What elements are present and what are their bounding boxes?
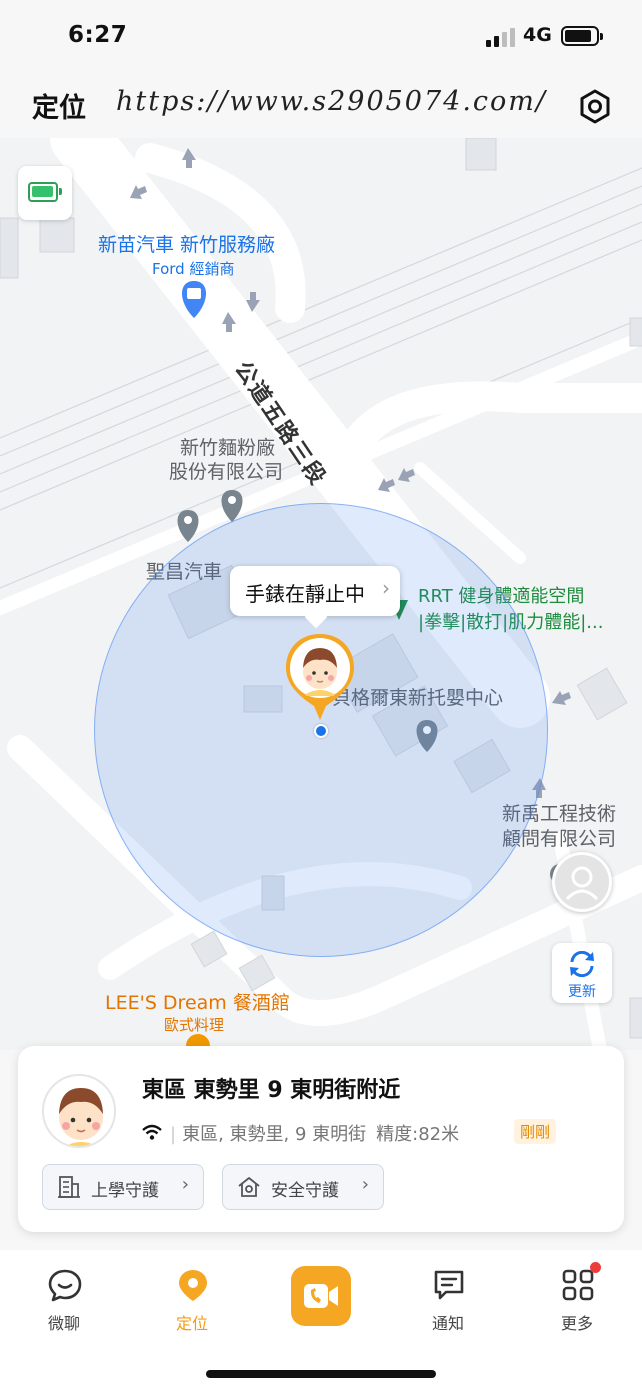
- child-avatar: [42, 1074, 116, 1148]
- message-icon: [434, 1270, 464, 1300]
- location-card: 東區 東勢里 9 東明街附近 | 東區, 東勢里, 9 東明街 精度:82米 剛剛 …: [18, 1046, 624, 1232]
- location-pin-icon: [179, 1270, 207, 1301]
- url-watermark: https://www.s2905074.com/: [116, 86, 547, 117]
- refresh-label: 更新: [568, 984, 596, 1000]
- grid-icon: [562, 1269, 594, 1301]
- poi-flour-line2: 股份有限公司: [169, 461, 284, 483]
- status-bar: 6:27 4G: [0, 0, 642, 72]
- poi-restaurant-sub: 歐式料理: [164, 1016, 225, 1034]
- chevron-right-icon: ›: [382, 576, 390, 600]
- watch-battery-button[interactable]: [18, 166, 72, 220]
- safety-guard-label: 安全守護: [271, 1181, 339, 1201]
- safety-guard-button[interactable]: 安全守護 ›: [222, 1164, 384, 1210]
- notification-dot: [590, 1262, 601, 1273]
- chevron-right-icon: ›: [181, 1174, 189, 1195]
- signal-icon: [486, 27, 516, 47]
- location-title: 東區 東勢里 9 東明街附近: [142, 1078, 401, 1103]
- wifi-icon: [142, 1124, 162, 1140]
- chat-bubble-icon: [48, 1269, 82, 1302]
- location-subtitle: | 東區, 東勢里, 9 東明街 精度:82米: [170, 1124, 460, 1145]
- map-view[interactable]: 公道五路三段 新苗汽車 新竹服務廠 Ford 經銷商 新竹麵粉廠 股份有限公司 …: [0, 138, 642, 1050]
- refresh-button[interactable]: 更新: [552, 943, 612, 1003]
- location-accuracy: 精度:82米: [376, 1124, 460, 1145]
- refresh-icon: [570, 950, 594, 978]
- tab-location[interactable]: 定位: [147, 1250, 237, 1350]
- poi-flour-line1[interactable]: 新竹麵粉廠: [180, 436, 275, 461]
- tab-notify-label: 通知: [431, 1314, 464, 1333]
- school-building-icon: [58, 1176, 80, 1198]
- tab-location-label: 定位: [175, 1314, 208, 1333]
- header: 定位 https://www.s2905074.com/: [0, 72, 642, 138]
- video-call-button[interactable]: [291, 1266, 351, 1326]
- chevron-right-icon: ›: [361, 1174, 369, 1195]
- status-bubble[interactable]: 手錶在靜止中 ›: [230, 566, 400, 616]
- location-address: 東區, 東勢里, 9 東明街: [182, 1124, 367, 1145]
- status-bubble-text: 手錶在靜止中: [245, 582, 365, 606]
- tab-more-label: 更多: [560, 1314, 593, 1333]
- home-icon: [238, 1177, 260, 1197]
- poi-ford-sub: Ford 經銷商: [152, 260, 235, 278]
- child-avatar-pin[interactable]: [284, 632, 356, 722]
- school-guard-label: 上學守護: [91, 1181, 159, 1201]
- network-type: 4G: [523, 24, 552, 46]
- video-call-icon: [304, 1284, 338, 1308]
- settings-hexagon-icon: [580, 89, 610, 124]
- child-face-icon: [59, 1088, 103, 1146]
- time-badge: 剛剛: [514, 1119, 557, 1144]
- school-guard-button[interactable]: 上學守護 ›: [42, 1164, 204, 1210]
- my-avatar-button[interactable]: [552, 852, 612, 912]
- tab-chat-label: 微聊: [47, 1314, 80, 1333]
- phone-battery-icon: [561, 26, 603, 46]
- tab-notify[interactable]: 通知: [403, 1250, 493, 1350]
- tab-bar: 微聊 定位 通知 更多: [0, 1250, 642, 1389]
- tab-chat[interactable]: 微聊: [19, 1250, 109, 1350]
- settings-button[interactable]: [574, 86, 616, 128]
- home-indicator: [206, 1370, 436, 1378]
- location-dot: [314, 724, 328, 738]
- tab-more[interactable]: 更多: [532, 1250, 622, 1350]
- poi-ford-name[interactable]: 新苗汽車 新竹服務廠: [98, 230, 275, 257]
- page-title: 定位: [32, 93, 86, 124]
- status-time: 6:27: [68, 22, 128, 48]
- battery-full-icon: [28, 182, 62, 202]
- poi-restaurant-name[interactable]: LEE'S Dream 餐酒館: [105, 988, 290, 1015]
